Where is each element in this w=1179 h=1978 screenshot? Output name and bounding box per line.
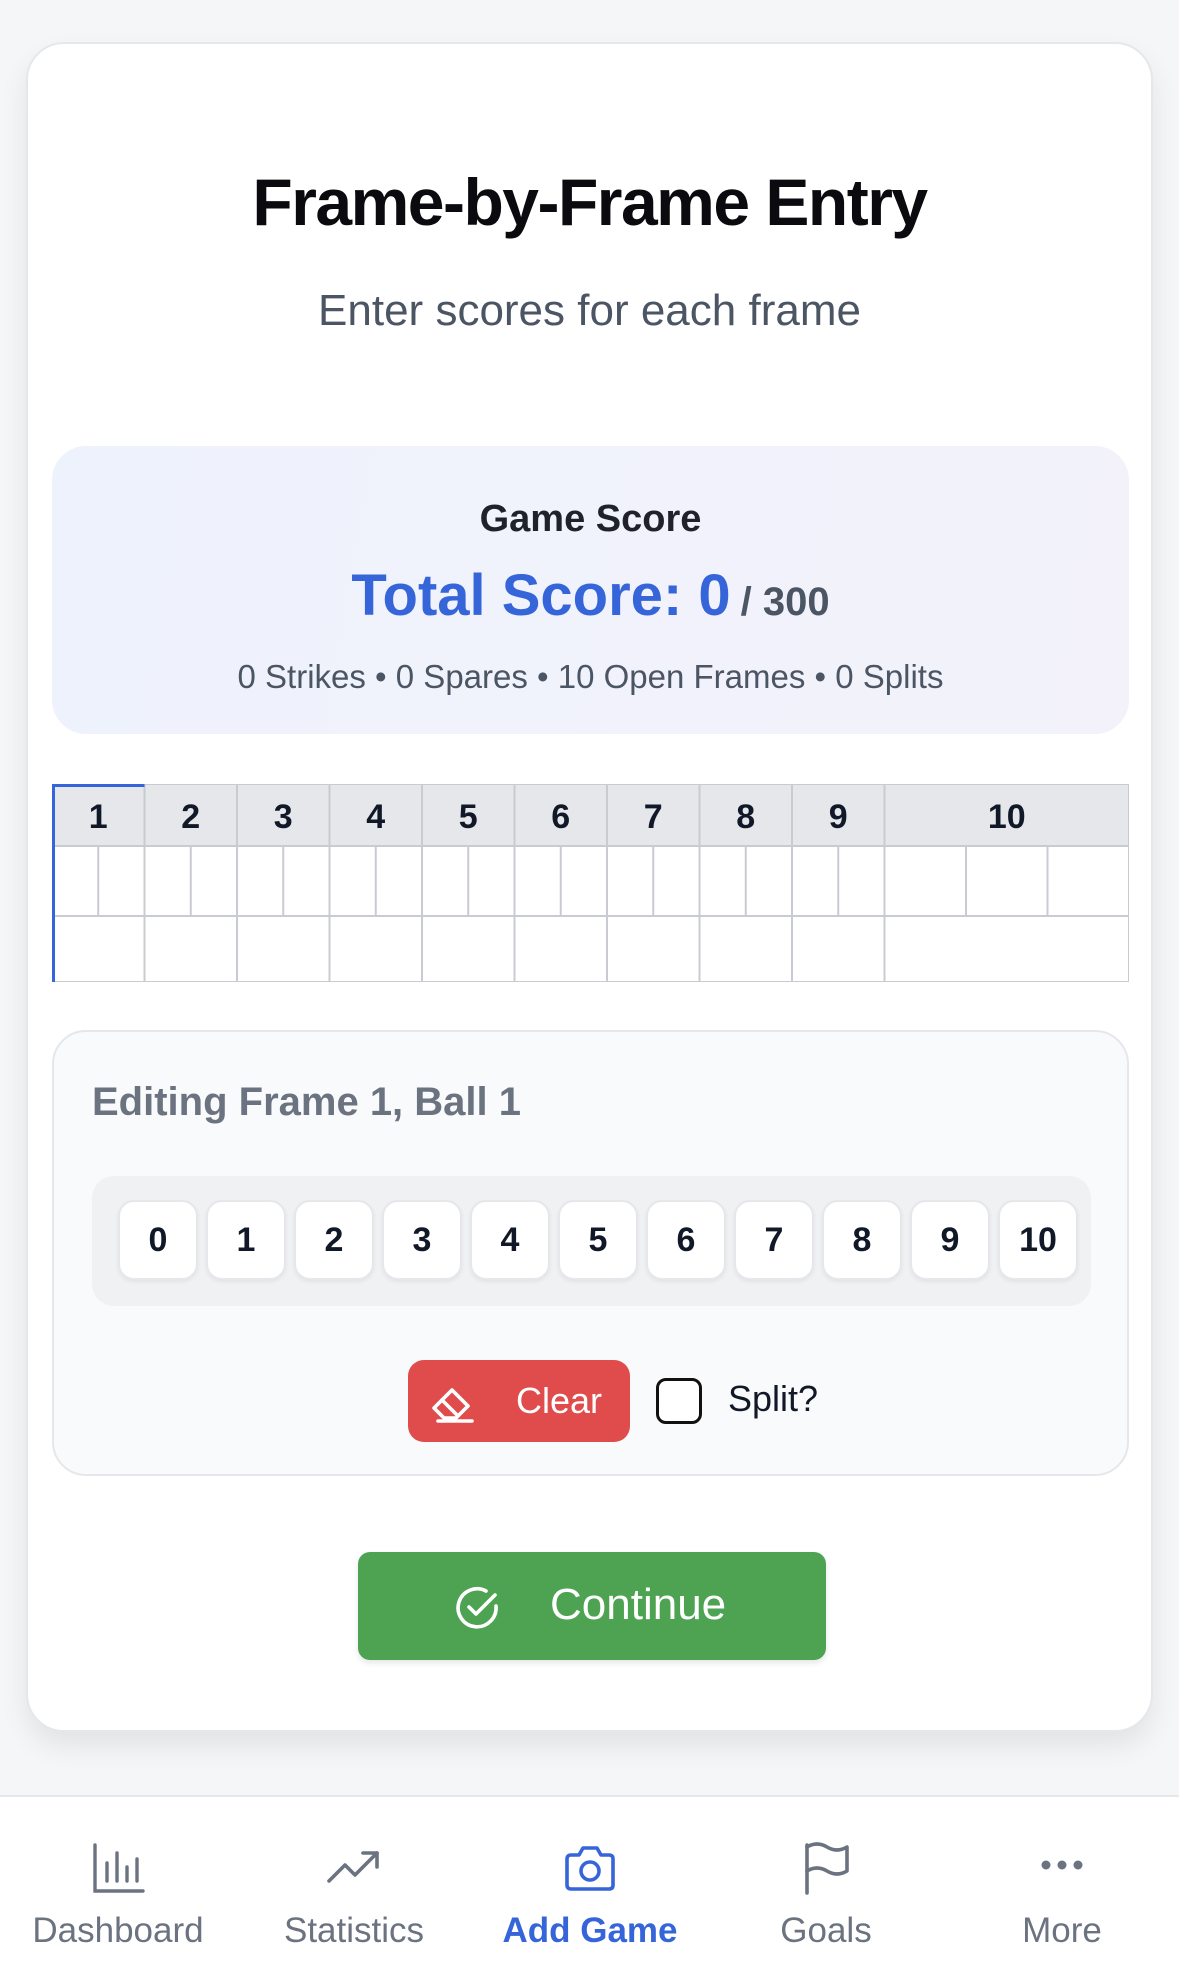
tab-add-game[interactable]: Add Game — [472, 1797, 708, 1978]
pin-button-9[interactable]: 9 — [910, 1200, 990, 1280]
pin-button-5[interactable]: 5 — [558, 1200, 638, 1280]
tab-label: Add Game — [502, 1911, 678, 1950]
scoresheet-grid[interactable]: 1 2 3 4 5 6 7 8 9 10 — [52, 784, 1129, 982]
game-score-panel: Game Score Total Score: 0/ 300 0 Strikes… — [52, 446, 1129, 734]
game-score-label: Game Score — [479, 498, 702, 540]
clear-button[interactable]: Clear — [408, 1360, 630, 1442]
tab-label: Statistics — [283, 1911, 425, 1950]
pin-button-1[interactable]: 1 — [206, 1200, 286, 1280]
total-score: Total Score: 0/ 300 — [52, 562, 1129, 629]
pin-button-4[interactable]: 4 — [470, 1200, 550, 1280]
pin-count-selector: 0 1 2 3 4 5 6 7 8 9 10 — [92, 1176, 1091, 1306]
frame-number: 2 — [181, 798, 200, 836]
editing-frame-label: Editing Frame 1, Ball 1 — [92, 1080, 522, 1124]
more-dots-icon — [1041, 1860, 1083, 1870]
tab-statistics[interactable]: Statistics — [236, 1797, 472, 1978]
scoresheet[interactable]: 1 2 3 4 5 6 7 8 9 10 — [52, 784, 1129, 982]
split-label: Split? — [728, 1378, 819, 1419]
check-circle-icon — [456, 1587, 498, 1629]
tab-more[interactable]: More — [944, 1797, 1179, 1978]
frame-number: 6 — [551, 798, 570, 836]
frame-number: 7 — [644, 798, 663, 836]
entry-card: Frame-by-Frame Entry Enter scores for ea… — [26, 42, 1153, 1732]
frame-number: 8 — [736, 798, 755, 836]
max-score: / 300 — [740, 580, 830, 624]
continue-button-label: Continue — [550, 1580, 727, 1629]
tab-label: Goals — [780, 1911, 872, 1950]
page-subtitle: Enter scores for each frame — [318, 286, 861, 335]
frame-number: 4 — [366, 798, 385, 836]
trending-up-icon — [327, 1851, 379, 1883]
tab-label: Dashboard — [32, 1911, 204, 1950]
flag-icon — [805, 1842, 849, 1895]
split-checkbox[interactable] — [656, 1378, 702, 1424]
continue-button[interactable]: Continue — [358, 1552, 826, 1660]
total-score-value: Total Score: 0 — [351, 563, 731, 628]
bottom-tab-bar: Dashboard Statistics Add Game Goals More — [0, 1795, 1179, 1978]
pin-button-6[interactable]: 6 — [646, 1200, 726, 1280]
pin-button-7[interactable]: 7 — [734, 1200, 814, 1280]
score-stats: 0 Strikes • 0 Spares • 10 Open Frames • … — [237, 658, 944, 695]
tab-label: More — [1022, 1911, 1102, 1950]
pin-button-0[interactable]: 0 — [118, 1200, 198, 1280]
pin-button-8[interactable]: 8 — [822, 1200, 902, 1280]
pin-button-2[interactable]: 2 — [294, 1200, 374, 1280]
page-title: Frame-by-Frame Entry — [252, 165, 928, 239]
eraser-icon — [432, 1388, 474, 1423]
frame-number: 5 — [459, 798, 478, 836]
frame-number: 3 — [274, 798, 293, 836]
pin-button-10[interactable]: 10 — [998, 1200, 1078, 1280]
frame-number: 10 — [988, 798, 1026, 836]
clear-button-label: Clear — [516, 1380, 603, 1421]
frame-number: 9 — [829, 798, 848, 836]
camera-icon — [565, 1846, 615, 1891]
tab-dashboard[interactable]: Dashboard — [0, 1797, 236, 1978]
frame-editor: Editing Frame 1, Ball 1 0 1 2 3 4 5 6 7 8 9 10 Cle… — [52, 1030, 1129, 1476]
bar-chart-icon — [93, 1843, 145, 1893]
frame-number: 1 — [89, 798, 108, 836]
page: Frame-by-Frame Entry Enter scores for ea… — [0, 0, 1179, 1978]
pin-button-3[interactable]: 3 — [382, 1200, 462, 1280]
tab-goals[interactable]: Goals — [708, 1797, 944, 1978]
